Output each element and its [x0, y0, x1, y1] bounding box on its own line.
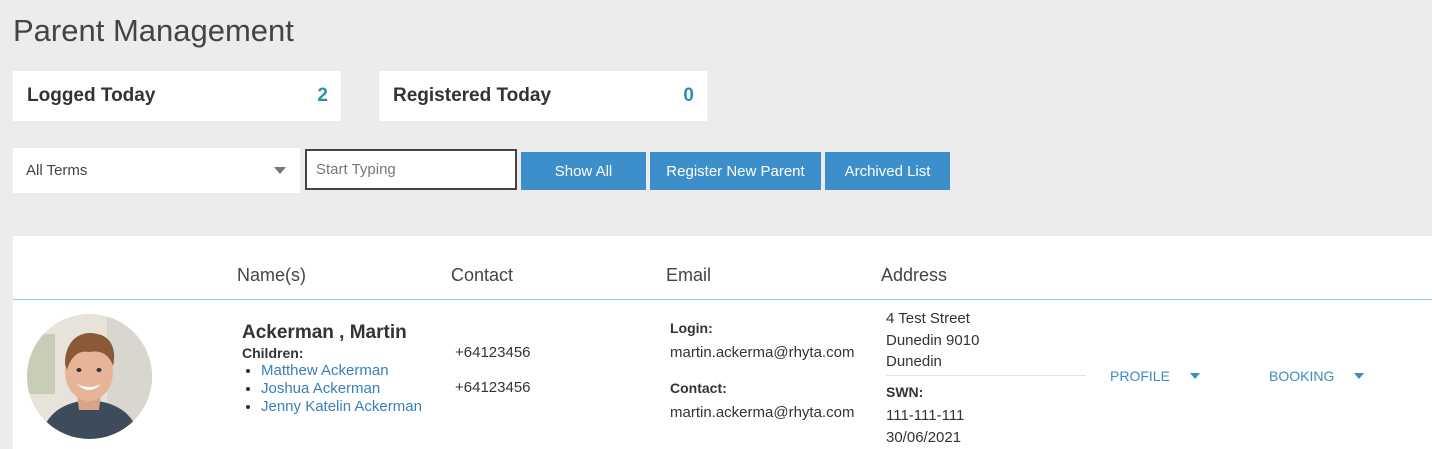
address: 4 Test Street Dunedin 9010 Dunedin: [886, 308, 979, 373]
profile-dropdown[interactable]: PROFILE: [1110, 368, 1200, 384]
child-link[interactable]: Jenny Katelin Ackerman: [261, 398, 422, 415]
login-label: Login:: [670, 320, 713, 336]
header-names: Name(s): [237, 265, 307, 285]
term-select-value: All Terms: [26, 162, 88, 179]
caret-down-icon: [1354, 373, 1365, 379]
parents-table: Name(s) Contact Email Address Ackerman ,…: [13, 236, 1432, 449]
term-select[interactable]: All Terms: [13, 148, 300, 193]
stat-label: Logged Today: [27, 85, 156, 106]
children-list: Matthew Ackerman Joshua Ackerman Jenny K…: [261, 362, 422, 416]
header-email: Email: [666, 265, 712, 285]
header-divider: [13, 299, 1432, 300]
list-item: Matthew Ackerman: [261, 362, 422, 380]
archived-list-button[interactable]: Archived List: [825, 152, 950, 190]
show-all-button[interactable]: Show All: [521, 152, 646, 190]
stat-registered-today: Registered Today 0: [379, 71, 707, 121]
register-new-parent-button[interactable]: Register New Parent: [650, 152, 821, 190]
parent-name: Ackerman , Martin: [242, 322, 407, 343]
booking-dropdown-label: BOOKING: [1269, 368, 1335, 384]
avatar: [27, 314, 152, 439]
list-item: Joshua Ackerman: [261, 380, 422, 398]
contact-phone: +64123456: [455, 344, 531, 361]
swn-date: 30/06/2021: [886, 428, 962, 446]
page-title: Parent Management: [13, 13, 294, 48]
chevron-down-icon: [274, 167, 286, 174]
header-contact: Contact: [451, 265, 514, 285]
contact-phone: +64123456: [455, 379, 531, 396]
stat-value: 0: [683, 85, 694, 106]
stat-value: 2: [317, 85, 328, 106]
search-input[interactable]: [305, 149, 517, 190]
address-divider: [886, 375, 1086, 376]
contact-email: martin.ackerma@rhyta.com: [670, 404, 855, 421]
child-link[interactable]: Joshua Ackerman: [261, 380, 380, 397]
list-item: Jenny Katelin Ackerman: [261, 398, 422, 416]
address-line: Dunedin: [886, 353, 942, 370]
child-link[interactable]: Matthew Ackerman: [261, 362, 389, 379]
booking-dropdown[interactable]: BOOKING: [1269, 368, 1365, 384]
contact-email-label: Contact:: [670, 380, 727, 396]
login-email: martin.ackerma@rhyta.com: [670, 344, 855, 361]
swn-info: 111-111-111 30/06/2021: [886, 405, 964, 448]
header-address: Address: [881, 265, 948, 285]
swn-number: 111-111-111: [886, 407, 965, 424]
stat-label: Registered Today: [393, 85, 552, 106]
caret-down-icon: [1189, 373, 1200, 379]
swn-label: SWN:: [886, 384, 924, 400]
address-line: 4 Test Street: [886, 310, 970, 327]
address-line: Dunedin 9010: [886, 331, 980, 349]
children-label: Children:: [242, 345, 304, 361]
stat-logged-today: Logged Today 2: [13, 71, 341, 121]
profile-dropdown-label: PROFILE: [1110, 368, 1170, 384]
